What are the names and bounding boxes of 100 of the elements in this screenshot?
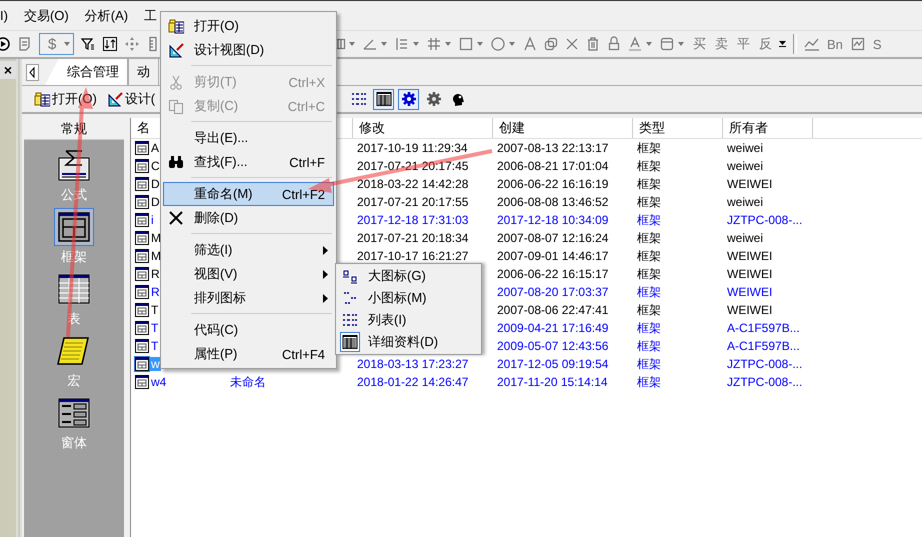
dropdown-caret-icon[interactable] [64, 42, 70, 46]
menu-item[interactable]: 工 [144, 6, 158, 24]
column-header[interactable]: 类型 [633, 118, 723, 138]
filter-icon[interactable] [80, 36, 96, 52]
column-header[interactable]: 创建 [493, 118, 633, 138]
dropdown-caret-icon[interactable] [646, 42, 652, 46]
dropdown-caret-icon[interactable] [445, 42, 451, 46]
table-icon [135, 321, 149, 335]
menu-item[interactable]: 设计视图(D) [163, 38, 334, 62]
menu-item[interactable]: 分析(A) [84, 6, 128, 24]
dropdown-caret-icon[interactable] [477, 42, 483, 46]
text-tool-icon[interactable] [522, 36, 538, 52]
table-cell: 2006-06-22 16:16:19 [497, 177, 608, 191]
menu-item[interactable]: 查找(F)... Ctrl+F [163, 150, 334, 174]
table-icon [135, 303, 149, 317]
toolbar-button[interactable]: 卖 [713, 35, 730, 53]
table-cell[interactable]: T [150, 321, 160, 335]
table-cell[interactable]: D [150, 195, 161, 209]
table-cell[interactable]: R [150, 285, 161, 299]
menu-item[interactable]: 列表(I) [337, 309, 480, 331]
toolbar-button[interactable]: 反 [757, 35, 774, 53]
toolbar-button[interactable] [398, 88, 419, 110]
table-cell: 2017-10-17 16:21:27 [357, 249, 468, 263]
table-cell[interactable]: M [150, 231, 162, 245]
currency-dropdown[interactable]: $ [39, 33, 74, 55]
column-header[interactable]: 所有者 [723, 118, 813, 138]
move-icon[interactable] [124, 36, 140, 52]
table-cell: 2017-07-21 20:17:45 [357, 159, 468, 173]
nav-button[interactable] [54, 208, 94, 246]
table-cell[interactable]: T [150, 339, 160, 353]
table-cell: weiwei [727, 195, 764, 209]
toolbar-button[interactable] [373, 88, 394, 110]
chart-box-icon[interactable] [850, 36, 866, 52]
table-cell: 2018-03-22 14:42:28 [357, 177, 468, 191]
delete-icon[interactable] [564, 36, 580, 52]
dropdown-caret-icon[interactable] [678, 42, 684, 46]
font-color-icon[interactable] [627, 36, 643, 52]
table-cell: 框架 [637, 284, 661, 300]
toolbar-button[interactable]: Bn [825, 36, 845, 52]
ellipse-icon[interactable] [490, 36, 506, 52]
overflow-caret-icon[interactable] [779, 41, 786, 47]
dropdown-caret-icon[interactable] [413, 42, 419, 46]
tab[interactable]: 动 [128, 58, 159, 85]
table-cell[interactable]: A [150, 141, 160, 155]
trash-icon[interactable] [585, 36, 601, 52]
toolbar-button[interactable]: 打开(O) [32, 90, 99, 108]
menu-item[interactable]: 排列图标 [163, 286, 334, 310]
details-view-icon [376, 91, 392, 107]
table-cell[interactable]: R [150, 267, 161, 281]
menu-item[interactable]: 代码(C) [163, 318, 334, 342]
menu-item[interactable]: I) [0, 8, 8, 23]
table-cell[interactable]: M [150, 249, 162, 263]
toolbar-button[interactable]: 平 [735, 35, 752, 53]
close-button[interactable]: × [0, 61, 16, 79]
table-cell: 2018-01-22 14:26:47 [357, 375, 468, 389]
menu-item[interactable]: 视图(V) [163, 262, 334, 286]
table-icon [135, 357, 149, 371]
table-cell[interactable]: T [150, 303, 160, 317]
menu-item[interactable]: 筛选(I) [163, 238, 334, 262]
folder-icon [34, 91, 50, 107]
grid-icon[interactable] [426, 36, 442, 52]
table-cell[interactable]: w4 [150, 375, 168, 389]
menu-item[interactable]: 打开(O) [163, 14, 334, 38]
table-cell: WEIWEI [727, 303, 772, 317]
menu-item[interactable]: 详细资料(D) [337, 331, 480, 353]
dropdown-caret-icon[interactable] [509, 42, 515, 46]
table-icon [135, 375, 149, 389]
sort-icon[interactable] [102, 36, 118, 52]
lock-icon[interactable] [606, 36, 622, 52]
level-lines-icon[interactable] [394, 36, 410, 52]
table-cell[interactable]: D [150, 177, 161, 191]
table-cell[interactable]: C [150, 159, 161, 173]
table-cell: 框架 [637, 140, 661, 156]
table-cell: 框架 [637, 338, 661, 354]
tab[interactable]: 综合管理 [45, 58, 128, 85]
line-chart-icon[interactable] [804, 36, 820, 52]
table-cell: 框架 [637, 356, 661, 372]
toolbar-button[interactable]: S [870, 36, 884, 52]
menu-item[interactable]: 交易(O) [24, 6, 69, 24]
dropdown-caret-icon[interactable] [381, 42, 387, 46]
toolbar-button[interactable]: 买 [691, 35, 708, 53]
menu-item[interactable]: 小图标(M) [337, 287, 480, 309]
menu-item[interactable]: 删除(D) [163, 206, 334, 230]
binoculars-icon [168, 154, 184, 170]
menu-item[interactable]: 导出(E)... [163, 126, 334, 150]
column-header[interactable]: 修改 [353, 118, 493, 138]
table-cell: JZTPC-008-... [727, 213, 802, 227]
table-icon [135, 213, 149, 227]
folder-icon [168, 18, 184, 34]
menu-item[interactable]: 大图标(G) [337, 265, 480, 287]
rectangle-icon[interactable] [458, 36, 474, 52]
dropdown-caret-icon[interactable] [349, 42, 355, 46]
scroll-left-button-icon[interactable] [26, 64, 39, 81]
toolbar-button[interactable]: 设计( [104, 90, 158, 108]
table-cell: 2018-03-13 17:23:27 [357, 357, 468, 371]
table-cell[interactable]: i [150, 213, 155, 227]
frame-icon[interactable] [659, 36, 675, 52]
layers-icon[interactable] [543, 36, 559, 52]
menu-item[interactable]: 重命名(M) Ctrl+F2 [163, 182, 334, 206]
menu-item[interactable]: 属性(P) Ctrl+F4 [163, 342, 334, 366]
